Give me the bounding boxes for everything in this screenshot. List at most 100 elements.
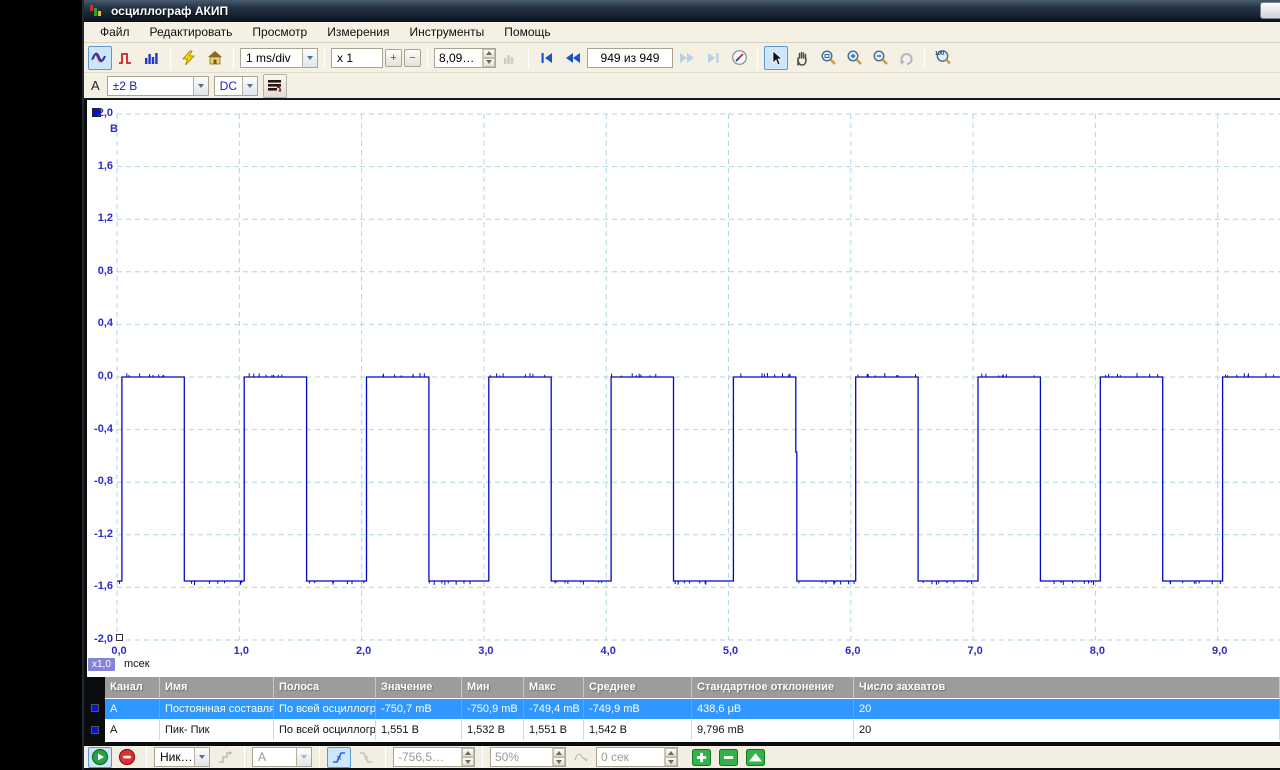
y-tick-label: 0,4: [87, 317, 113, 330]
pretrigger-value: 50%: [491, 748, 552, 766]
row-marker[interactable]: [91, 704, 99, 712]
cell-band: По всей осциллограмме: [274, 698, 376, 719]
trigger-mode-select[interactable]: Ник…: [154, 747, 210, 767]
cell-captures: 20: [854, 719, 1280, 740]
y-tick-label: 1,6: [87, 160, 113, 173]
desktop: осциллограф АКИП Файл Редактировать Прос…: [0, 0, 1280, 770]
stop-button[interactable]: [115, 747, 139, 768]
waveform-plot[interactable]: В x1,0 mсек 2,01,61,20,80,40,0-0,4-0,8-1…: [84, 100, 1280, 677]
home-button[interactable]: [203, 46, 227, 70]
cell-band: По всей осциллограмме: [274, 719, 376, 740]
timebase-select[interactable]: 1 ms/div: [240, 48, 318, 68]
coupling-select[interactable]: DC: [214, 76, 258, 96]
histogram-view-button[interactable]: [140, 46, 164, 70]
menu-help[interactable]: Помощь: [494, 23, 560, 41]
voltage-range-select[interactable]: ±2 В: [107, 76, 209, 96]
menu-view[interactable]: Просмотр: [242, 23, 317, 41]
falling-edge-disabled-icon: [358, 750, 374, 765]
curve-arrow-disabled-icon: [573, 750, 590, 764]
col-max[interactable]: Макс: [524, 677, 584, 698]
single-step-button: [213, 747, 237, 768]
x-scale-badge[interactable]: x1,0: [88, 658, 115, 671]
skip-end-disabled-icon: [705, 50, 721, 66]
menu-file[interactable]: Файл: [90, 23, 140, 41]
menu-measurements[interactable]: Измерения: [317, 23, 399, 41]
channel-options-button[interactable]: [263, 74, 287, 98]
col-captures[interactable]: Число захватов: [854, 677, 1280, 698]
remove-measurement-button[interactable]: [716, 747, 740, 768]
pointer-tool-button[interactable]: [764, 46, 788, 70]
cell-name: Пик- Пик: [160, 719, 274, 740]
table-marker-strip: [87, 677, 105, 742]
nav-last-button: [701, 46, 725, 70]
scope-view-button[interactable]: [88, 46, 112, 70]
overview-triangle-icon: [746, 749, 765, 766]
coupling-value: DC: [215, 77, 242, 95]
chevron-down-icon[interactable]: [302, 49, 317, 67]
titlebar[interactable]: осциллограф АКИП: [84, 0, 1280, 22]
pointer-icon: [769, 50, 783, 66]
gauge-button[interactable]: [727, 46, 751, 70]
waveform-canvas[interactable]: [87, 100, 1280, 677]
chevron-down-icon[interactable]: [242, 77, 257, 95]
trigger-source-value: A: [253, 748, 296, 766]
x-tick-label: 7,0: [960, 645, 990, 657]
histogram-icon: [143, 50, 161, 66]
hand-tool-button[interactable]: [790, 46, 814, 70]
y-tick-label: -1,2: [87, 528, 113, 541]
app-window: осциллограф АКИП Файл Редактировать Прос…: [82, 0, 1280, 770]
next-disabled-icon: [678, 50, 696, 66]
col-value[interactable]: Значение: [376, 677, 462, 698]
scale-plus-button[interactable]: +: [385, 49, 402, 67]
menu-edit[interactable]: Редактировать: [140, 23, 243, 41]
table-row[interactable]: A Постоянная составляющая По всей осцилл…: [105, 698, 1280, 719]
smooth-trigger-button: [569, 747, 593, 768]
offset-spinner[interactable]: 8,09…: [434, 48, 496, 68]
chevron-down-icon[interactable]: [194, 748, 209, 766]
overview-button[interactable]: [743, 747, 767, 768]
row-marker[interactable]: [91, 726, 99, 734]
origin-handle[interactable]: [116, 634, 123, 641]
trigger-level-spinner: -756,5…: [393, 747, 475, 767]
col-name[interactable]: Имя: [160, 677, 274, 698]
auto-setup-button[interactable]: [177, 46, 201, 70]
y-tick-label: 2,0: [87, 107, 113, 120]
run-button[interactable]: [88, 747, 112, 768]
col-stddev[interactable]: Стандартное отклонение: [692, 677, 854, 698]
spinner-arrows[interactable]: [482, 49, 495, 67]
rising-edge-button[interactable]: [327, 747, 351, 768]
scale-minus-button[interactable]: −: [404, 49, 421, 67]
col-min[interactable]: Мин: [462, 677, 524, 698]
table-row[interactable]: A Пик- Пик По всей осциллограмме 1,551 В…: [105, 719, 1280, 740]
zoom-100-label: 100: [935, 51, 944, 57]
app-icon: [89, 4, 105, 18]
nav-first-button[interactable]: [535, 46, 559, 70]
trigger-mode-value: Ник…: [155, 748, 194, 766]
zoom-out-button[interactable]: [868, 46, 892, 70]
scale-input[interactable]: x 1: [331, 48, 383, 68]
hand-icon: [794, 50, 810, 66]
zoom-in-button[interactable]: [842, 46, 866, 70]
menu-tools[interactable]: Инструменты: [399, 23, 494, 41]
chevron-down-icon[interactable]: [193, 77, 208, 95]
col-mean[interactable]: Среднее: [584, 677, 692, 698]
zoom-out-icon: [872, 49, 889, 66]
falling-edge-button: [354, 747, 378, 768]
nav-prev-button[interactable]: [561, 46, 585, 70]
zoom-window-button[interactable]: [816, 46, 840, 70]
x-tick-label: 2,0: [349, 645, 379, 657]
channel-a-label: A: [91, 78, 102, 93]
zoom-100-button[interactable]: 100: [931, 46, 955, 70]
cell-min: 1,532 В: [462, 719, 524, 740]
col-band[interactable]: Полоса: [274, 677, 376, 698]
y-tick-label: -1,6: [87, 580, 113, 593]
pulse-view-button[interactable]: [114, 46, 138, 70]
add-measurement-button[interactable]: [689, 747, 713, 768]
cell-max: -749,4 mB: [524, 698, 584, 719]
col-channel[interactable]: Канал: [105, 677, 160, 698]
position-input[interactable]: 949 из 949: [587, 48, 673, 68]
close-button[interactable]: [1260, 2, 1280, 19]
position-value: 949 из 949: [601, 51, 660, 65]
x-tick-label: 5,0: [716, 645, 746, 657]
chevron-down-icon: [296, 748, 311, 766]
